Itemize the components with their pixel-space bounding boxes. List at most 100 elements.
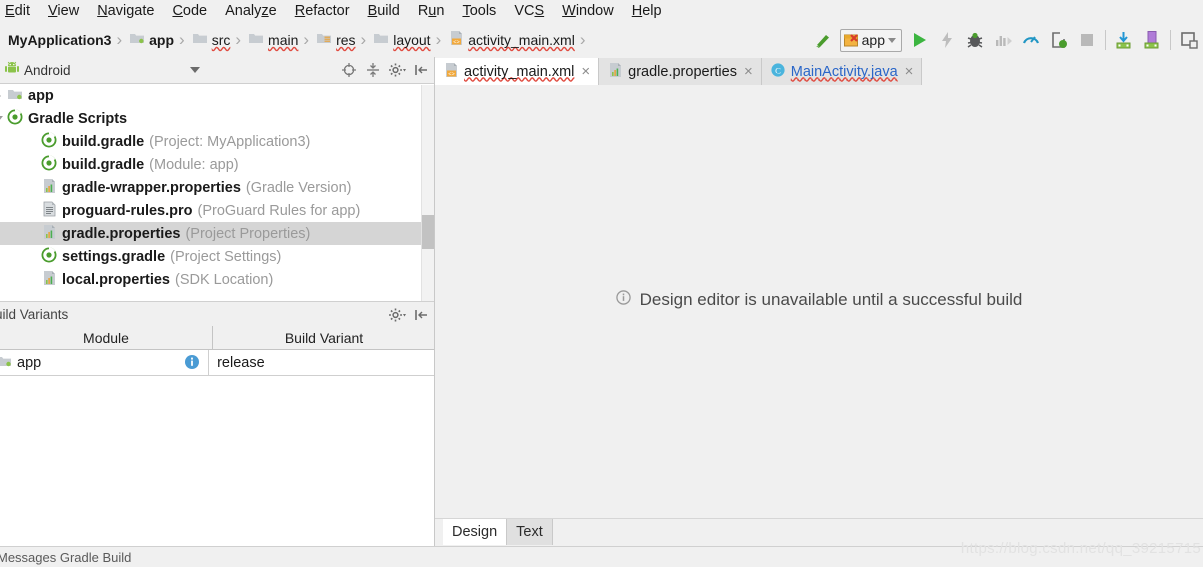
tree-row[interactable]: proguard-rules.pro (ProGuard Rules for ap… (0, 199, 427, 222)
breadcrumb-separator-icon: › (579, 30, 586, 49)
hide-panel-icon[interactable] (409, 303, 433, 327)
tree-row[interactable]: local.properties (SDK Location) (0, 268, 427, 291)
editor-tab-activity-main-xml[interactable]: <> activity_main.xml × (435, 58, 600, 85)
tree-row-note: (Gradle Version) (245, 179, 352, 196)
info-icon[interactable] (184, 354, 200, 374)
gradle-icon (41, 154, 57, 175)
breadcrumb-item-app[interactable]: app (125, 23, 176, 57)
gradle-icon (41, 246, 57, 267)
project-tree-scrollbar-thumb[interactable] (422, 215, 434, 249)
module-folder-icon (0, 353, 12, 373)
bottom-tab-text[interactable]: Text (507, 519, 553, 545)
project-tree-scrollbar-track[interactable] (421, 85, 434, 307)
svg-text:<>: <> (448, 71, 454, 77)
menu-item-help[interactable]: Help (623, 0, 671, 23)
android-robot-icon (4, 60, 20, 81)
close-icon[interactable]: × (905, 64, 914, 79)
build-variants-title: uild Variants (0, 307, 69, 322)
tree-row[interactable]: Gradle Scripts (0, 107, 427, 130)
menu-item-run[interactable]: Run (409, 0, 454, 23)
debug-button[interactable] (961, 26, 989, 54)
chevron-right-icon[interactable] (0, 91, 5, 100)
build-variants-header: uild Variants (0, 301, 435, 328)
column-header-build-variant[interactable]: Build Variant (213, 326, 435, 349)
design-unavailable-message: Design editor is unavailable until a suc… (435, 290, 1203, 310)
close-icon[interactable]: × (744, 64, 753, 79)
hide-panel-icon[interactable] (409, 58, 433, 82)
svg-text:C: C (775, 65, 781, 75)
tree-row[interactable]: build.gradle (Project: MyApplication3) (0, 130, 427, 153)
breadcrumb-item-main[interactable]: main (244, 23, 300, 57)
breadcrumb-item-src[interactable]: src (188, 23, 233, 57)
menu-item-build[interactable]: Build (359, 0, 409, 23)
select-opened-file-icon[interactable] (337, 58, 361, 82)
module-folder-icon (7, 86, 23, 106)
editor-tab-mainactivity-java[interactable]: C MainActivity.java × (761, 58, 923, 85)
close-icon[interactable]: × (581, 64, 590, 79)
menu-item-view[interactable]: View (39, 0, 88, 23)
table-row[interactable]: app release (0, 350, 435, 376)
tree-row[interactable]: build.gradle (Module: app) (0, 153, 427, 176)
build-variant-value-cell[interactable]: release (209, 350, 435, 375)
sdk-manager-button[interactable] (1175, 26, 1203, 54)
menu-item-tools[interactable]: Tools (453, 0, 505, 23)
properties-icon (41, 224, 57, 244)
chevron-down-icon[interactable] (0, 116, 5, 121)
breadcrumb-separator-icon: › (179, 30, 185, 49)
breadcrumb-item-label: res (336, 32, 356, 48)
menu-item-vcs[interactable]: VCS (505, 0, 553, 23)
tree-row[interactable]: app (0, 84, 427, 107)
status-bar-text[interactable]: Messages Gradle Build (0, 550, 131, 565)
tree-row-note: (Project Settings) (170, 248, 282, 265)
run-button[interactable] (905, 26, 933, 54)
breadcrumb-separator-icon: › (116, 30, 123, 49)
properties-icon (41, 178, 57, 198)
tree-row[interactable]: gradle-wrapper.properties (Gradle Version… (0, 176, 427, 199)
breadcrumb-item-label: main (268, 32, 299, 48)
make-project-button[interactable] (809, 26, 837, 54)
run-configuration-selector[interactable]: app (839, 28, 902, 52)
tree-row-label: proguard-rules.pro (62, 202, 193, 219)
build-variant-module-cell[interactable]: app (0, 350, 210, 375)
settings-gear-icon[interactable] (385, 58, 409, 82)
menu-item-window[interactable]: Window (553, 0, 623, 23)
gradle-icon (41, 131, 57, 152)
design-canvas: Design editor is unavailable until a suc… (435, 85, 1203, 518)
breadcrumb-item-layout[interactable]: layout (369, 23, 432, 57)
editor-tab-gradle-properties[interactable]: gradle.properties × (599, 58, 762, 85)
menu-bar: Edit View Navigate Code Analyze Refactor Build… (0, 0, 1203, 23)
project-tree[interactable]: app Gradle Scripts build.gradle (Project: M… (0, 84, 427, 308)
attach-debugger-button[interactable] (1045, 26, 1073, 54)
breadcrumb-item-label: src (211, 32, 231, 48)
chevron-down-icon[interactable] (190, 67, 200, 73)
tree-row-label: gradle.properties (62, 225, 181, 242)
project-panel-header-icons (337, 57, 433, 83)
menu-item-navigate[interactable]: Navigate (88, 0, 163, 23)
menu-item-edit[interactable]: Edit (0, 0, 39, 23)
editor-area: <> activity_main.xml × gradle.properties × C M… (435, 57, 1203, 547)
collapse-all-icon[interactable] (361, 58, 385, 82)
column-header-module[interactable]: Module (0, 326, 213, 349)
sync-project-button[interactable] (1110, 26, 1138, 54)
tree-row[interactable]: settings.gradle (Project Settings) (0, 245, 427, 268)
menu-item-analyze[interactable]: Analyze (216, 0, 286, 23)
chevron-down-icon (888, 37, 896, 43)
project-panel-title: Android (24, 62, 71, 78)
tree-row-note: (Project Properties) (185, 225, 311, 242)
tree-row[interactable]: gradle.properties (Project Properties) (0, 222, 427, 245)
toolbar-divider (1105, 30, 1106, 50)
breadcrumb-separator-icon: › (235, 30, 242, 49)
menu-item-refactor[interactable]: Refactor (286, 0, 359, 23)
left-tool-window: Android app Gradle Scripts build.gradle … (0, 57, 435, 546)
breadcrumb-item-res[interactable]: res (312, 23, 357, 57)
project-panel-header[interactable]: Android (0, 57, 435, 84)
svg-text:<>: <> (453, 39, 459, 45)
build-variants-header-icons (385, 302, 433, 327)
avd-manager-button[interactable] (1138, 26, 1166, 54)
profile-button[interactable] (1017, 26, 1045, 54)
menu-item-code[interactable]: Code (163, 0, 216, 23)
breadcrumb-item-myapplication3[interactable]: MyApplication3 (0, 23, 113, 57)
bottom-tab-design[interactable]: Design (443, 519, 508, 545)
breadcrumb-item-activity-main-xml[interactable]: <> activity_main.xml (444, 23, 577, 57)
settings-gear-icon[interactable] (385, 303, 409, 327)
